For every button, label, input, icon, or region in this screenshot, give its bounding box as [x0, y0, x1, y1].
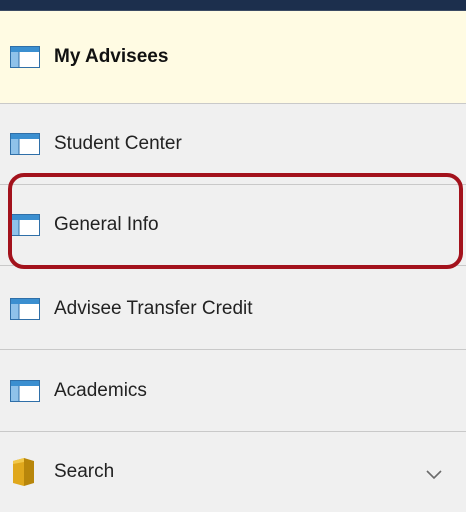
nav-item-advisee-transfer-credit[interactable]: Advisee Transfer Credit	[0, 269, 466, 350]
nav-item-label: Advisee Transfer Credit	[54, 298, 253, 319]
nav-item-student-center[interactable]: Student Center	[0, 104, 466, 185]
nav-item-label: General Info	[54, 214, 159, 235]
header-bar	[0, 0, 466, 11]
nav-item-search[interactable]: Search	[0, 432, 466, 512]
nav-item-label: Search	[54, 461, 115, 482]
nav-item-label: My Advisees	[54, 46, 169, 67]
nav-item-academics[interactable]: Academics	[0, 350, 466, 432]
page-icon	[10, 46, 40, 68]
nav-item-label: Academics	[54, 379, 147, 401]
page-icon	[10, 133, 40, 155]
chevron-down-icon[interactable]	[426, 467, 442, 480]
folder-icon	[10, 458, 40, 486]
nav-item-label: Student Center	[54, 133, 182, 154]
page-icon	[10, 298, 40, 320]
page-icon	[10, 379, 40, 402]
page-icon	[10, 214, 40, 236]
nav-item-my-advisees[interactable]: My Advisees	[0, 11, 466, 104]
nav-item-general-info[interactable]: General Info	[0, 185, 466, 266]
navigation-panel: My Advisees Student Center General Info	[0, 0, 466, 512]
